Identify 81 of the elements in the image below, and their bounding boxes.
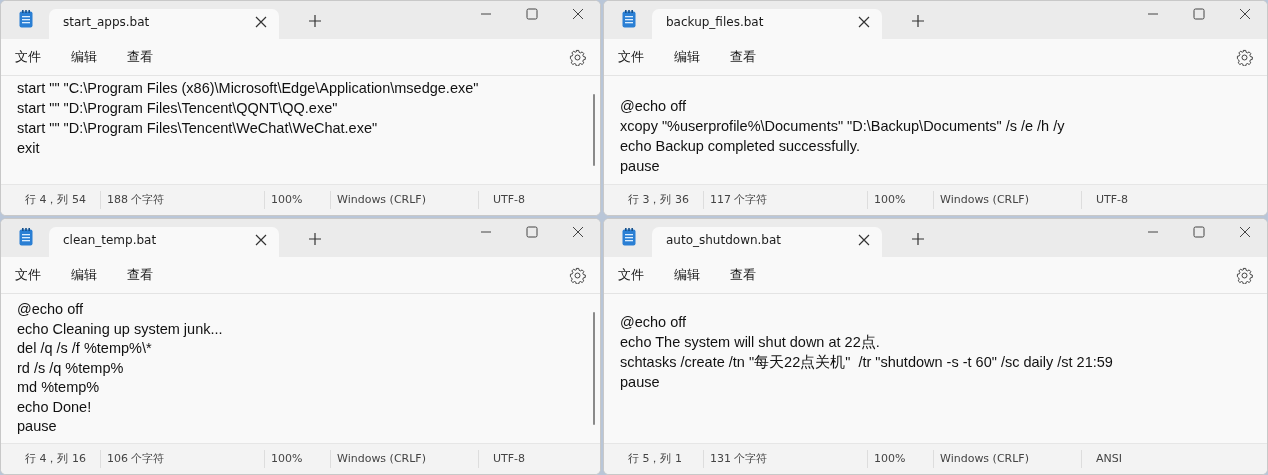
notepad-icon xyxy=(19,228,33,246)
zoom-level: 100% xyxy=(265,191,331,209)
cursor-position: 行 5，列 1 xyxy=(628,450,704,468)
close-tab-icon[interactable] xyxy=(858,16,870,28)
close-tab-icon[interactable] xyxy=(858,234,870,246)
close-icon[interactable] xyxy=(1239,226,1251,238)
code-line: echo Done! xyxy=(17,397,93,417)
character-count: 131 个字符 xyxy=(704,450,868,468)
notepad-icon xyxy=(19,10,33,28)
new-tab-icon[interactable] xyxy=(912,15,924,27)
close-icon[interactable] xyxy=(1239,8,1251,20)
zoom-level: 100% xyxy=(265,450,331,468)
file-tab[interactable]: auto_shutdown.bat xyxy=(652,227,882,257)
line-ending: Windows (CRLF) xyxy=(934,450,1082,468)
encoding: ANSI xyxy=(1095,451,1123,467)
character-count: 106 个字符 xyxy=(101,450,265,468)
notepad-icon xyxy=(622,228,636,246)
cursor-position: 行 3，列 36 xyxy=(628,191,704,209)
menu-item[interactable]: 查看 xyxy=(127,48,153,66)
code-line: @echo off xyxy=(620,97,688,116)
code-line: start "" "C:\Program Files (x86)\Microsoft\Edge\Application\msedge.exe" xyxy=(17,79,480,98)
line-ending: Windows (CRLF) xyxy=(331,191,479,209)
code-line: echo The system will shut down at 22点. xyxy=(620,333,881,352)
character-count: 117 个字符 xyxy=(704,191,868,209)
new-tab-icon[interactable] xyxy=(912,233,924,245)
close-icon[interactable] xyxy=(572,8,584,20)
code-line: start "" "D:\Program Files\Tencent\WeChat\WeChat.exe" xyxy=(17,119,379,138)
scrollbar[interactable] xyxy=(593,94,595,166)
menu-item[interactable]: 编辑 xyxy=(71,48,97,66)
file-tab[interactable]: backup_files.bat xyxy=(652,9,882,39)
maximize-icon[interactable] xyxy=(1193,8,1205,20)
code-line: echo Backup completed successfully. xyxy=(620,137,861,156)
menu-item[interactable]: 文件 xyxy=(15,266,41,284)
zoom-level: 100% xyxy=(868,450,934,468)
code-line: @echo off xyxy=(17,300,85,319)
code-line: echo Cleaning up system junk... xyxy=(17,319,224,339)
maximize-icon[interactable] xyxy=(526,8,538,20)
close-tab-icon[interactable] xyxy=(255,234,267,246)
code-line: @echo off xyxy=(620,313,688,332)
new-tab-icon[interactable] xyxy=(309,233,321,245)
code-line: pause xyxy=(620,373,661,392)
encoding: UTF-8 xyxy=(492,192,527,208)
code-line: xcopy "%userprofile%\Documents" "D:\Backup\Documents" /s /e /h /y xyxy=(620,117,1066,136)
menu-item[interactable]: 查看 xyxy=(730,266,756,284)
code-line: pause xyxy=(17,417,58,436)
line-ending: Windows (CRLF) xyxy=(934,191,1082,209)
menu-item[interactable]: 编辑 xyxy=(674,266,700,284)
new-tab-icon[interactable] xyxy=(309,15,321,27)
file-tab[interactable]: start_apps.bat xyxy=(49,9,279,39)
code-line: md %temp% xyxy=(17,378,101,397)
code-line: exit xyxy=(17,139,41,158)
menu-item[interactable]: 编辑 xyxy=(674,48,700,66)
settings-icon[interactable] xyxy=(569,48,586,66)
menu-item[interactable]: 文件 xyxy=(618,48,644,66)
code-line: start "" "D:\Program Files\Tencent\QQNT\QQ.exe" xyxy=(17,99,339,118)
file-tab[interactable]: clean_temp.bat xyxy=(49,227,279,257)
menu-item[interactable]: 文件 xyxy=(618,266,644,284)
settings-icon[interactable] xyxy=(1236,266,1253,284)
code-line: pause xyxy=(620,157,661,176)
maximize-icon[interactable] xyxy=(526,226,538,238)
encoding: UTF-8 xyxy=(492,451,527,467)
maximize-icon[interactable] xyxy=(1193,226,1205,238)
code-line: schtasks /create /tn "每天22点关机" /tr "shutdown -s -t 60" /sc daily /st 21:59 xyxy=(620,353,1114,372)
settings-icon[interactable] xyxy=(569,266,586,284)
character-count: 188 个字符 xyxy=(101,191,265,209)
line-ending: Windows (CRLF) xyxy=(331,450,479,468)
cursor-position: 行 4，列 16 xyxy=(25,450,101,468)
cursor-position: 行 4，列 54 xyxy=(25,191,101,209)
scrollbar[interactable] xyxy=(593,312,595,425)
zoom-level: 100% xyxy=(868,191,934,209)
notepad-icon xyxy=(622,10,636,28)
close-tab-icon[interactable] xyxy=(255,16,267,28)
encoding: UTF-8 xyxy=(1095,192,1130,208)
menu-item[interactable]: 查看 xyxy=(730,48,756,66)
menu-item[interactable]: 查看 xyxy=(127,266,153,284)
code-line: del /q /s /f %temp%\* xyxy=(17,339,153,358)
menu-item[interactable]: 文件 xyxy=(15,48,41,66)
close-icon[interactable] xyxy=(572,226,584,238)
code-line: rd /s /q %temp% xyxy=(17,358,125,378)
menu-item[interactable]: 编辑 xyxy=(71,266,97,284)
settings-icon[interactable] xyxy=(1236,48,1253,66)
